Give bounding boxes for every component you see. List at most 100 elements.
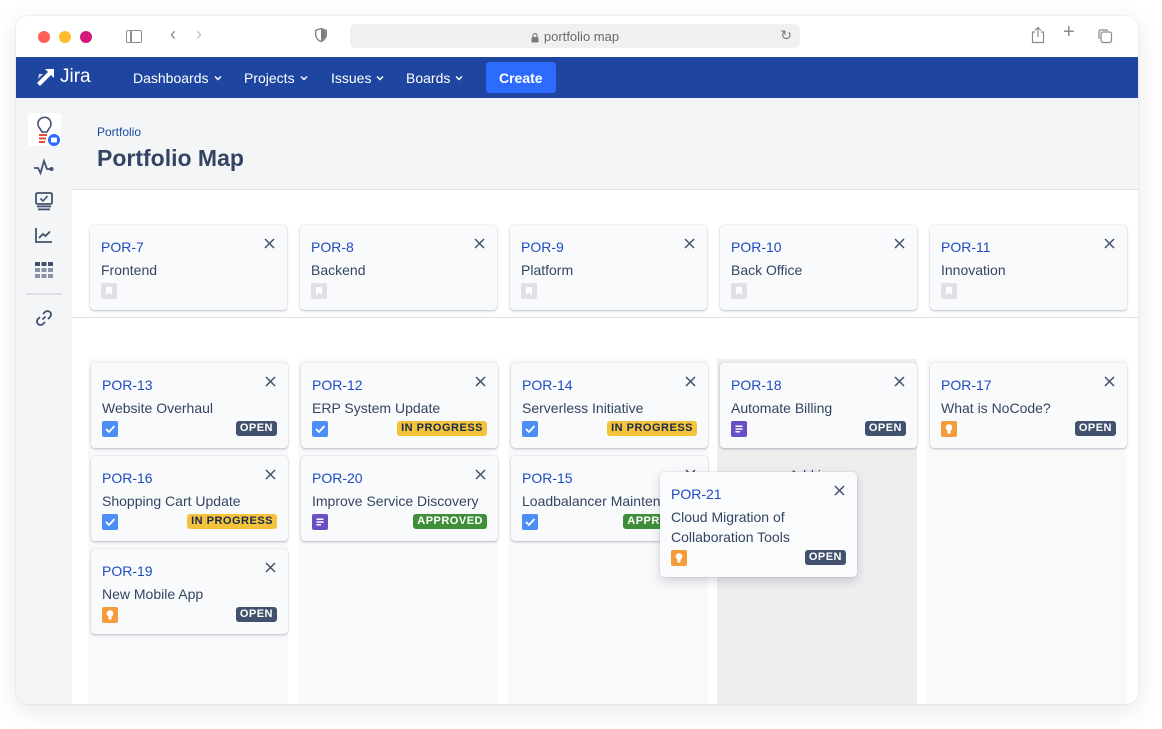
issue-title: New Mobile App (102, 586, 204, 602)
chart-icon[interactable] (33, 224, 55, 246)
nav-projects[interactable]: Projects (244, 57, 308, 98)
issue-key[interactable]: POR-21 (671, 486, 722, 502)
status-badge: IN PROGRESS (607, 421, 697, 436)
nav-dashboards-label: Dashboards (133, 69, 209, 86)
issue-title: Platform (521, 262, 574, 278)
issue-key[interactable]: POR-10 (731, 239, 782, 255)
group-card[interactable]: POR-10 Back Office (720, 225, 917, 310)
group-card[interactable]: POR-11 Innovation (930, 225, 1127, 310)
chevron-down-icon (455, 75, 463, 81)
issue-key[interactable]: POR-14 (522, 377, 573, 393)
close-icon[interactable] (474, 238, 485, 249)
url-text: portfolio map (543, 28, 620, 44)
chevron-down-icon (300, 75, 308, 81)
idea-type-icon (102, 607, 118, 623)
epic-type-icon (312, 514, 328, 530)
status-badge: APPROVED (413, 514, 487, 529)
issue-key[interactable]: POR-20 (312, 470, 363, 486)
group-card[interactable]: POR-9 Platform (510, 225, 707, 310)
close-icon[interactable] (265, 469, 276, 480)
grid-icon[interactable] (33, 259, 55, 281)
close-icon[interactable] (894, 376, 905, 387)
close-icon[interactable] (834, 485, 845, 496)
sidebar-toggle-icon[interactable] (126, 30, 142, 43)
tabs-overview-icon[interactable] (1097, 28, 1113, 44)
jira-top-nav: Jira Dashboards Projects Issues Boards C… (16, 57, 1138, 98)
dragging-issue-card[interactable]: POR-21 Cloud Migration of Collaboration … (660, 472, 857, 577)
issue-key[interactable]: POR-12 (312, 377, 363, 393)
create-button[interactable]: Create (486, 62, 556, 93)
bookmark-icon (521, 283, 537, 299)
issue-key[interactable]: POR-18 (731, 377, 782, 393)
close-icon[interactable] (265, 562, 276, 573)
issue-title: Website Overhaul (102, 400, 214, 416)
nav-boards-label: Boards (406, 69, 451, 86)
minimize-window-button[interactable] (59, 31, 71, 43)
group-card[interactable]: POR-8 Backend (300, 225, 497, 310)
close-icon[interactable] (265, 376, 276, 387)
issue-card[interactable]: POR-18 Automate Billing OPEN (720, 363, 917, 448)
new-tab-icon[interactable]: + (1063, 22, 1075, 42)
issue-key[interactable]: POR-15 (522, 470, 573, 486)
status-badge: IN PROGRESS (187, 514, 277, 529)
group-card[interactable]: POR-7 Frontend (90, 225, 287, 310)
link-icon[interactable] (33, 307, 55, 329)
reload-icon[interactable]: ↻ (780, 27, 792, 44)
browser-toolbar: ‹ › portfolio map ↻ + (16, 16, 1138, 57)
status-badge: OPEN (1074, 421, 1116, 436)
issue-title: Backend (311, 262, 366, 278)
issue-key[interactable]: POR-16 (102, 470, 153, 486)
issue-title: ERP System Update (312, 400, 441, 416)
breadcrumb-portfolio[interactable]: Portfolio (97, 125, 141, 139)
close-icon[interactable] (894, 238, 905, 249)
issue-title-line-1: Cloud Migration of (671, 509, 785, 525)
activity-icon[interactable] (33, 156, 55, 178)
project-sidebar (16, 98, 72, 704)
issue-key[interactable]: POR-11 (941, 239, 991, 255)
issue-card[interactable]: POR-16 Shopping Cart Update IN PROGRESS (91, 456, 288, 541)
address-bar[interactable]: portfolio map ↻ (350, 24, 800, 48)
issue-title: Improve Service Discovery (312, 493, 479, 509)
close-icon[interactable] (475, 376, 486, 387)
issue-key[interactable]: POR-8 (311, 239, 354, 255)
share-icon[interactable] (1030, 26, 1046, 44)
nav-issues[interactable]: Issues (331, 57, 384, 98)
issue-card[interactable]: POR-14 Serverless Initiative IN PROGRESS (511, 363, 708, 448)
sidebar-divider (26, 293, 62, 295)
issue-card[interactable]: POR-13 Website Overhaul OPEN (91, 363, 288, 448)
issue-card[interactable]: POR-20 Improve Service Discovery APPROVE… (301, 456, 498, 541)
close-icon[interactable] (1104, 376, 1115, 387)
issue-key[interactable]: POR-17 (941, 377, 992, 393)
nav-dashboards[interactable]: Dashboards (133, 57, 222, 98)
close-icon[interactable] (684, 238, 695, 249)
issue-card[interactable]: POR-19 New Mobile App OPEN (91, 549, 288, 634)
issue-card[interactable]: POR-12 ERP System Update IN PROGRESS (301, 363, 498, 448)
zoom-window-button[interactable] (80, 31, 92, 43)
close-window-button[interactable] (38, 31, 50, 43)
close-icon[interactable] (1104, 238, 1115, 249)
close-icon[interactable] (264, 238, 275, 249)
issue-title-line-2: Collaboration Tools (671, 529, 790, 545)
jira-logo[interactable]: Jira (36, 66, 91, 88)
back-icon[interactable]: ‹ (170, 25, 176, 43)
issue-key[interactable]: POR-7 (101, 239, 144, 255)
monitor-check-icon[interactable] (33, 190, 55, 212)
shield-icon[interactable] (315, 27, 327, 43)
issue-key[interactable]: POR-19 (102, 563, 153, 579)
issue-key[interactable]: POR-9 (521, 239, 564, 255)
status-badge: OPEN (235, 607, 277, 622)
idea-type-icon (941, 421, 957, 437)
page-header: Portfolio Portfolio Map (72, 98, 1138, 190)
issue-title: Automate Billing (731, 400, 833, 416)
nav-boards[interactable]: Boards (406, 57, 463, 98)
issue-key[interactable]: POR-13 (102, 377, 153, 393)
issue-card[interactable]: POR-17 What is NoCode? OPEN (930, 363, 1127, 448)
close-icon[interactable] (685, 376, 696, 387)
chevron-down-icon (376, 75, 384, 81)
close-icon[interactable] (475, 469, 486, 480)
app-idea-icon[interactable] (28, 113, 61, 146)
status-badge: OPEN (235, 421, 277, 436)
page-title: Portfolio Map (97, 145, 244, 171)
forward-icon[interactable]: › (196, 25, 202, 43)
idea-type-icon (671, 550, 687, 566)
